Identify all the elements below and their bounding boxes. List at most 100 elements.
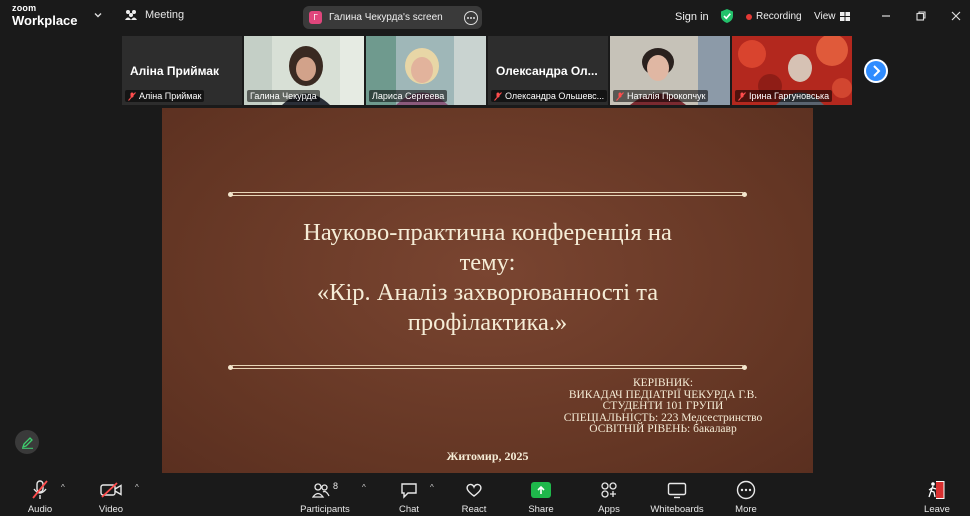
minimize-icon[interactable] [880,10,892,22]
chevron-right-icon [873,65,881,77]
video-options-caret-icon[interactable]: ^ [135,483,139,492]
apps-button[interactable]: Apps [595,474,623,516]
participant-name: Аліна Приймак [139,91,202,101]
slide-divider-bottom [228,365,747,370]
grid-view-icon [839,12,850,21]
mic-muted-icon [738,91,746,101]
share-button[interactable]: Share [526,474,556,516]
participant-name: Ірина Гаргуновська [749,91,830,101]
screen-share-pill[interactable]: Г Галина Чекурда's screen [303,6,482,29]
audio-button[interactable]: Audio [22,474,58,516]
participant-tile[interactable]: Аліна Приймак Аліна Приймак [122,36,242,105]
slide-title-line: Науково-практична конференція на [303,219,672,246]
slide-info-line: КЕРІВНИК: [632,377,694,389]
participant-tile[interactable]: Лариса Сергеева [366,36,486,105]
share-label: Share [528,504,554,515]
slide-title: Науково-практична конференція на тему: «… [202,218,773,338]
participants-options-caret-icon[interactable]: ^ [362,483,366,492]
chat-button[interactable]: Chat [394,474,424,516]
slide-footer: Житомир, 2025 [446,449,529,463]
more-button[interactable]: More [732,474,760,516]
heart-icon [466,483,482,497]
participant-strip: Аліна Приймак Аліна Приймак Галина Чекур… [122,36,854,105]
shared-screen-slide: Науково-практична конференція на тему: «… [162,108,813,473]
apps-label: Apps [598,504,620,515]
participant-tile[interactable]: Наталія Прокопчук [610,36,730,105]
slide-info-line: СТУДЕНТИ 101 ГРУПИ [602,400,724,412]
audio-options-caret-icon[interactable]: ^ [61,483,65,492]
leave-door-icon [928,481,945,499]
sign-in-link[interactable]: Sign in [675,11,709,23]
participants-icon [311,483,330,498]
participant-name: Лариса Сергеева [372,91,445,101]
sharer-avatar: Г [309,11,322,24]
slide-divider-top [228,192,747,197]
participant-display-name: Аліна Приймак [130,64,219,78]
chat-options-caret-icon[interactable]: ^ [430,483,434,492]
zoom-logo: zoom Workplace [12,3,78,28]
chevron-down-icon[interactable] [93,10,103,20]
slide-title-line: профілактика.» [407,309,568,336]
brand-zoom: zoom [12,3,37,13]
shield-check-icon[interactable] [720,8,734,24]
slide-title-line: «Кір. Аналіз захворюванності та [316,279,659,306]
more-options-icon [736,480,756,500]
slide-title-line: тему: [459,249,516,276]
participant-tile[interactable]: Ірина Гаргуновська [732,36,852,105]
more-options-icon[interactable] [464,11,478,25]
meeting-menu[interactable]: Meeting [124,9,184,21]
recording-indicator[interactable]: Recording [746,11,802,22]
next-participants-button[interactable] [864,59,888,83]
participant-display-name: Олександра Ол... [496,64,598,78]
pencil-icon [21,436,33,449]
recording-label: Recording [756,11,802,22]
screen-share-title: Галина Чекурда's screen [329,12,443,23]
mic-muted-icon [32,480,48,499]
top-bar: zoom Workplace Meeting Г Галина Чекурда'… [0,0,970,34]
slide-info-line: ОСВІТНІЙ РІВЕНЬ: бакалавр [589,423,737,435]
view-label: View [814,11,836,22]
participants-button[interactable]: 8 Participants [298,474,352,516]
more-label: More [735,504,757,515]
react-label: React [461,504,487,515]
participant-name-tag: Аліна Приймак [125,90,205,102]
whiteboard-icon [667,482,687,498]
mic-muted-icon [128,91,136,101]
slide-info-block: КЕРІВНИК: ВИКАДАЧ ПЕДІАТРІЇ ЧЕКУРДА Г.В.… [543,377,783,436]
participant-name-tag: Лариса Сергеева [369,90,448,102]
brand-product: Workplace [12,13,78,28]
participants-label: Participants [300,504,350,515]
participant-name: Олександра Ольшевс... [505,91,605,101]
react-button[interactable]: React [458,474,490,516]
participant-tile-active[interactable]: Галина Чекурда [244,36,364,105]
chat-icon [401,482,417,499]
video-label: Video [98,504,124,515]
meeting-label: Meeting [145,9,185,21]
participant-name-tag: Олександра Ольшевс... [491,90,608,102]
view-menu[interactable]: View [814,11,850,22]
participant-tile[interactable]: Олександра Ол... Олександра Ольшевс... [488,36,608,105]
chat-label: Chat [398,504,420,515]
participant-name-tag: Наталія Прокопчук [613,90,709,102]
video-button[interactable]: Video [94,474,128,516]
audio-label: Audio [27,504,53,515]
annotate-button[interactable] [15,430,39,454]
video-off-icon [100,482,122,498]
apps-icon [601,482,617,498]
participant-name: Наталія Прокопчук [627,91,706,101]
participant-name-tag: Ірина Гаргуновська [735,90,833,102]
recording-dot-icon [746,13,752,20]
leave-label: Leave [924,504,950,515]
whiteboards-button[interactable]: Whiteboards [648,474,706,516]
restore-icon[interactable] [915,10,927,22]
mic-muted-icon [494,91,502,101]
leave-button[interactable]: Leave [922,474,952,516]
participant-name-tag: Галина Чекурда [247,90,320,102]
participant-name: Галина Чекурда [250,91,317,101]
participants-count: 8 [332,481,338,491]
whiteboards-label: Whiteboards [650,504,704,515]
meeting-people-icon [125,10,137,20]
close-icon[interactable] [950,10,962,22]
share-screen-icon [531,482,551,498]
mic-muted-icon [616,91,624,101]
